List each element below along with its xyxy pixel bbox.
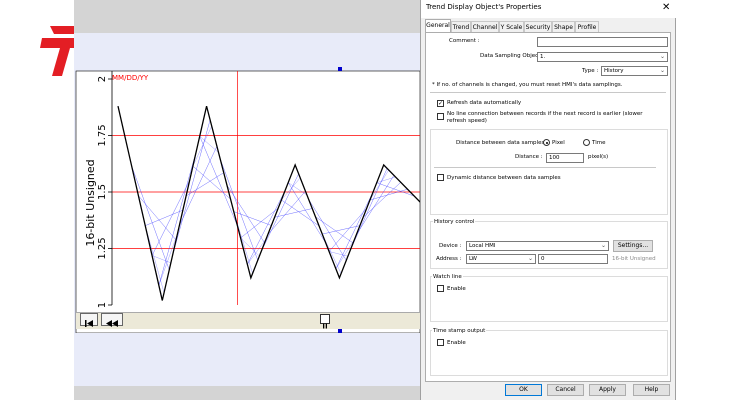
address-type-value: LW <box>469 256 477 262</box>
tab-trend[interactable]: Trend <box>451 21 471 32</box>
properties-dialog: Trend Display Object's Properties ✕ Gene… <box>420 0 677 400</box>
type-select[interactable]: History ⌄ <box>601 66 668 76</box>
dialog-title: Trend Display Object's Properties <box>426 3 542 11</box>
comment-input[interactable] <box>537 37 668 47</box>
rewind-button[interactable] <box>101 313 123 327</box>
time-radio[interactable] <box>583 139 590 146</box>
tab-security[interactable]: Security <box>524 21 552 32</box>
y-tick-label: 1.75 <box>97 124 108 146</box>
address-format-label: 16-bit Unsigned <box>612 256 656 262</box>
refresh-checkbox[interactable]: ✓ <box>437 100 444 107</box>
address-input[interactable]: 0 <box>538 254 608 264</box>
resize-handle-bottom[interactable] <box>338 329 342 333</box>
close-icon[interactable]: ✕ <box>662 2 670 13</box>
ok-button[interactable]: OK <box>505 384 542 396</box>
rewind-icon <box>106 320 118 327</box>
address-type-select[interactable]: LW ⌄ <box>466 254 536 264</box>
apply-button[interactable]: Apply <box>589 384 626 396</box>
y-tick-label: 1.25 <box>97 237 108 259</box>
general-tab-panel: Comment : Data Sampling Object index : 1… <box>425 32 671 382</box>
device-value: Local HMI <box>469 243 496 249</box>
tab-channel[interactable]: Channel <box>471 21 499 32</box>
watch-line-title: Watch line <box>432 274 463 280</box>
help-button[interactable]: Help <box>633 384 670 396</box>
dynamic-distance-checkbox[interactable] <box>437 174 444 181</box>
sampling-index-select[interactable]: 1. ⌄ <box>537 52 668 62</box>
divider <box>434 167 656 168</box>
channel-reset-note: * If no. of channels is changed, you mus… <box>432 82 623 88</box>
date-format-label: MM/DD/YY <box>112 74 149 82</box>
sampling-index-value: 1. <box>540 54 546 60</box>
comment-label: Comment : <box>449 38 480 44</box>
distance-label: Distance : <box>515 154 543 160</box>
pixel-label: Pixel <box>552 140 565 146</box>
history-title: History control <box>433 219 476 225</box>
type-value: History <box>604 68 624 74</box>
settings-button[interactable]: Settings... <box>613 240 653 252</box>
time-label: Time <box>592 140 606 146</box>
watch-line-group <box>430 276 668 322</box>
y-axis-label: 16-bit Unsigned <box>84 159 97 246</box>
chevron-down-icon: ⌄ <box>600 242 606 249</box>
watch-enable-checkbox[interactable] <box>437 285 444 292</box>
type-label: Type : <box>582 68 599 74</box>
address-label: Address : <box>436 256 462 262</box>
resize-handle-top[interactable] <box>338 67 342 71</box>
chevron-down-icon: ⌄ <box>527 255 533 262</box>
timestamp-title: Time stamp output <box>432 328 487 334</box>
distance-unit: pixel(s) <box>588 154 609 160</box>
tab-y-scale[interactable]: Y Scale <box>499 21 524 32</box>
timestamp-enable-checkbox[interactable] <box>437 339 444 346</box>
pixel-radio[interactable] <box>543 139 550 146</box>
y-tick-label: 2 <box>97 76 108 82</box>
first-page-button[interactable] <box>80 313 98 327</box>
no-line-label: No line connection between records if th… <box>447 111 643 124</box>
device-select[interactable]: Local HMI ⌄ <box>466 241 609 251</box>
trend-toolbar <box>76 312 420 329</box>
dynamic-distance-label: Dynamic distance between data samples <box>447 175 561 181</box>
first-page-icon <box>85 320 93 327</box>
tab-profile[interactable]: Profile <box>575 21 599 32</box>
pause-icon <box>323 323 327 329</box>
distance-input[interactable]: 100 <box>546 153 584 163</box>
tab-general[interactable]: General <box>425 19 451 33</box>
device-label: Device : <box>439 243 462 249</box>
chevron-down-icon: ⌄ <box>659 67 665 74</box>
trend-canvas: 1 1.25 1.5 1.75 2 MM/DD/YY 16-bit Unsigned <box>74 33 420 386</box>
y-tick-label: 1.5 <box>97 184 108 200</box>
no-line-checkbox[interactable] <box>437 113 444 120</box>
divider <box>430 92 666 93</box>
tab-shape[interactable]: Shape <box>552 21 575 32</box>
pause-button[interactable] <box>320 314 330 329</box>
timestamp-enable-label: Enable <box>447 340 466 346</box>
refresh-label: Refresh data automatically <box>447 100 522 106</box>
y-tick-label: 1 <box>97 302 108 308</box>
chevron-down-icon: ⌄ <box>659 53 665 60</box>
watch-enable-label: Enable <box>447 286 466 292</box>
distance-samples-label: Distance between data samples : <box>456 140 548 146</box>
trend-chart[interactable]: 1 1.25 1.5 1.75 2 MM/DD/YY 16-bit Unsigned <box>74 33 420 333</box>
timestamp-group <box>430 330 668 376</box>
cancel-button[interactable]: Cancel <box>547 384 584 396</box>
dialog-titlebar[interactable]: Trend Display Object's Properties ✕ <box>421 0 677 18</box>
